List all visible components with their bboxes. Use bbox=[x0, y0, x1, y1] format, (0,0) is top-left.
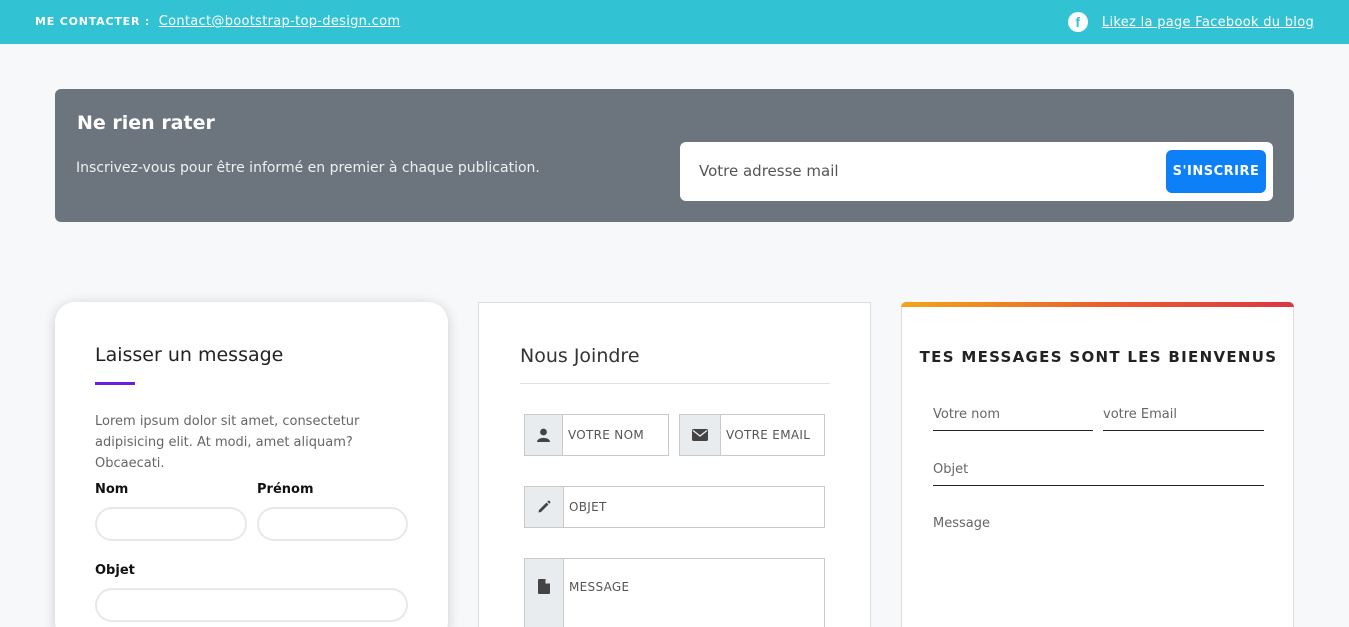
contact-email-link[interactable]: Contact@bootstrap-top-design.com bbox=[159, 14, 401, 29]
contact-us-card: Nous Joindre VOTRE NOM VOTRE EMAIL OBJET… bbox=[478, 302, 871, 627]
objet-label: Objet bbox=[95, 563, 135, 578]
subscribe-button[interactable]: S'INSCRIRE bbox=[1166, 150, 1266, 193]
subject-input[interactable]: OBJET bbox=[564, 487, 607, 527]
email-input-group[interactable]: VOTRE EMAIL bbox=[679, 414, 825, 456]
user-icon bbox=[525, 415, 563, 455]
card3-email-input[interactable]: votre Email bbox=[1103, 407, 1264, 431]
card3-subject-input[interactable]: Objet bbox=[933, 462, 1264, 486]
file-icon bbox=[525, 559, 564, 627]
nom-label: Nom bbox=[95, 482, 129, 497]
welcome-messages-card: TES MESSAGES SONT LES BIENVENUS Votre no… bbox=[901, 302, 1294, 627]
newsletter-title: Ne rien rater bbox=[77, 112, 215, 134]
card1-description: Lorem ipsum dolor sit amet, consectetur … bbox=[95, 414, 360, 471]
subject-input-group[interactable]: OBJET bbox=[524, 486, 825, 528]
newsletter-email-input[interactable]: Votre adresse mail bbox=[699, 162, 839, 180]
message-input-group[interactable]: MESSAGE bbox=[524, 558, 825, 627]
card3-message-input[interactable]: Message bbox=[933, 516, 990, 531]
prenom-label: Prénom bbox=[257, 482, 314, 497]
title-divider bbox=[520, 383, 830, 384]
pencil-icon bbox=[525, 487, 564, 527]
envelope-icon bbox=[680, 415, 721, 455]
message-input[interactable]: MESSAGE bbox=[564, 559, 629, 627]
newsletter-subtitle: Inscrivez-vous pour être informé en prem… bbox=[76, 160, 540, 176]
facebook-icon[interactable]: f bbox=[1067, 12, 1088, 32]
email-input[interactable]: VOTRE EMAIL bbox=[721, 415, 810, 455]
card2-title: Nous Joindre bbox=[520, 345, 640, 367]
nom-input[interactable] bbox=[95, 507, 247, 541]
newsletter-banner: Ne rien rater Inscrivez-vous pour être i… bbox=[55, 89, 1294, 222]
card3-title: TES MESSAGES SONT LES BIENVENUS bbox=[919, 348, 1278, 366]
card3-name-input[interactable]: Votre nom bbox=[933, 407, 1093, 431]
top-bar: ME CONTACTER : Contact@bootstrap-top-des… bbox=[0, 0, 1349, 44]
name-input-group[interactable]: VOTRE NOM bbox=[524, 414, 669, 456]
facebook-page-link[interactable]: Likez la page Facebook du blog bbox=[1102, 15, 1314, 30]
name-input[interactable]: VOTRE NOM bbox=[563, 415, 644, 455]
objet-input[interactable] bbox=[95, 588, 408, 622]
contact-label: ME CONTACTER : bbox=[35, 15, 151, 28]
leave-message-card: Laisser un message Lorem ipsum dolor sit… bbox=[55, 302, 448, 627]
card1-title: Laisser un message bbox=[95, 344, 284, 366]
facebook-link-group[interactable]: f Likez la page Facebook du blog bbox=[1067, 12, 1314, 32]
gradient-top-border bbox=[901, 302, 1294, 307]
prenom-input[interactable] bbox=[257, 507, 408, 541]
newsletter-form: Votre adresse mail S'INSCRIRE bbox=[680, 142, 1273, 201]
contact-info: ME CONTACTER : Contact@bootstrap-top-des… bbox=[35, 14, 400, 29]
title-accent-bar bbox=[95, 382, 135, 385]
